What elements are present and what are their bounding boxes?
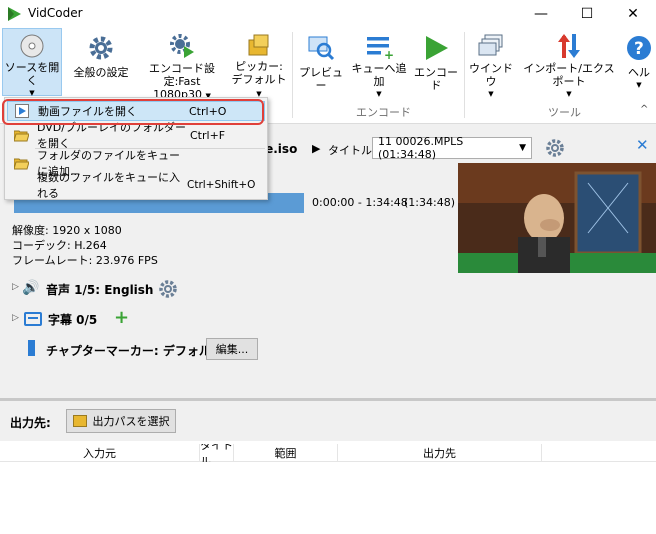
- ribbon-separator: [292, 32, 293, 118]
- subtitle-icon: [24, 312, 42, 326]
- import-export-icon: [553, 32, 585, 60]
- range-text: 0:00:00 - 1:34:48: [312, 196, 408, 209]
- app-title: VidCoder: [28, 6, 83, 20]
- encode-settings-button[interactable]: エンコード設定:Fast 1080p30 ▼: [136, 28, 228, 101]
- choose-output-path-button[interactable]: 出力パスを選択: [66, 409, 176, 433]
- queue-table-header: 入力元 タイトル 範囲 出力先: [0, 444, 656, 462]
- video-preview-image: [458, 163, 656, 273]
- svg-text:?: ?: [634, 39, 644, 59]
- general-settings-button[interactable]: 全般の設定: [68, 28, 134, 98]
- audio-track-label: 音声 1/5: English: [46, 283, 154, 297]
- folder-open-icon: [13, 127, 29, 143]
- encode-settings-label-1: エンコード設定:Fast: [149, 62, 215, 88]
- vidcoder-logo-icon: [8, 7, 21, 21]
- column-header-source[interactable]: 入力元: [0, 444, 200, 462]
- gear-icon: [85, 32, 117, 64]
- encode-label: エンコード: [414, 66, 458, 92]
- preview-button[interactable]: プレビュー: [296, 28, 346, 98]
- highlight-annotation: [2, 99, 264, 125]
- gear-play-icon: [166, 32, 198, 60]
- play-icon: [420, 32, 452, 64]
- audio-settings-gear-icon[interactable]: [158, 279, 178, 299]
- title-select-value: 11 00026.MPLS (01:34:48): [378, 135, 464, 161]
- play-title-icon: ▶: [312, 142, 321, 155]
- folder-icon: [72, 415, 87, 427]
- svg-text:+: +: [384, 48, 393, 60]
- chevron-down-icon: ▼: [488, 90, 494, 98]
- codec-text: コーデック: H.264: [12, 239, 107, 252]
- preview-label: プレビュー: [299, 66, 343, 92]
- maximize-button[interactable]: ☐: [564, 0, 610, 28]
- expand-audio-icon[interactable]: ▷: [12, 282, 19, 292]
- menu-item-shortcut: Ctrl+Shift+O: [187, 179, 256, 191]
- edit-chapters-button[interactable]: 編集...: [206, 338, 258, 360]
- disc-icon: [16, 33, 48, 59]
- window-menu-button[interactable]: ウインドウ ▼: [466, 28, 516, 98]
- framerate-text: フレームレート: 23.976 FPS: [12, 254, 158, 267]
- column-header-title[interactable]: タイトル: [200, 444, 234, 462]
- group-label-tools: ツール: [548, 106, 581, 119]
- help-icon: ?: [623, 32, 655, 64]
- ribbon-separator: [464, 32, 465, 118]
- picker-label-1: ピッカー:: [235, 60, 283, 73]
- menu-item-queue-multiple-files[interactable]: 複数のファイルをキューに入れる Ctrl+Shift+O: [7, 171, 265, 200]
- title-label: タイトル:: [328, 144, 376, 157]
- chapter-marker-label: チャプターマーカー: デフォルト: [46, 344, 223, 358]
- expand-subtitle-icon[interactable]: ▷: [12, 313, 19, 323]
- menu-item-open-disc-folder[interactable]: DVD/ブルーレイのフォルダーを開く Ctrl+F: [7, 121, 265, 150]
- import-export-button[interactable]: インポート/エクスポート ▼: [518, 28, 620, 98]
- minimize-button[interactable]: —: [518, 0, 564, 28]
- encode-button[interactable]: エンコード: [410, 28, 462, 98]
- queue-add-icon: +: [363, 32, 395, 60]
- chevron-down-icon: ▼: [636, 81, 642, 89]
- source-open-label: ソースを開く: [4, 61, 60, 87]
- close-source-icon[interactable]: ✕: [636, 136, 649, 154]
- folder-open-icon: [13, 155, 29, 171]
- menu-item-shortcut: Ctrl+F: [190, 128, 226, 142]
- menu-item-label: 複数のファイルをキューに入れる: [37, 171, 180, 200]
- add-subtitle-icon[interactable]: +: [114, 307, 129, 328]
- resolution-text: 解像度: 1920 x 1080: [12, 224, 122, 237]
- chevron-down-icon: ▼: [519, 143, 526, 153]
- title-bar: VidCoder — ☐ ✕: [0, 0, 656, 28]
- help-button[interactable]: ? ヘル ▼: [622, 28, 656, 98]
- duration-text: (1:34:48): [404, 196, 455, 209]
- add-to-queue-label: キューへ追加: [351, 62, 407, 88]
- magnifier-icon: [305, 32, 337, 64]
- add-to-queue-button[interactable]: + キューへ追加 ▼: [348, 28, 410, 98]
- speaker-icon: 🔊: [22, 280, 40, 296]
- choose-output-path-label: 出力パスを選択: [92, 415, 170, 428]
- source-open-button[interactable]: ソースを開く ▼: [2, 28, 62, 97]
- title-select[interactable]: 11 00026.MPLS (01:34:48) ▼: [372, 135, 532, 161]
- title-settings-gear-icon[interactable]: [545, 138, 567, 160]
- picker-button[interactable]: ピッカー: デフォルト ▼: [230, 28, 288, 98]
- output-label: 出力先:: [10, 416, 51, 430]
- import-export-label: インポート/エクスポート: [523, 62, 615, 88]
- group-label-encode: エンコード: [356, 106, 411, 119]
- general-settings-label: 全般の設定: [73, 66, 129, 79]
- chevron-down-icon: ▼: [376, 90, 382, 98]
- collapse-ribbon-icon[interactable]: ^: [640, 104, 648, 115]
- windows-icon: [475, 32, 507, 60]
- close-window-button[interactable]: ✕: [610, 0, 656, 28]
- help-label: ヘル: [628, 66, 650, 79]
- subtitle-track-label: 字幕 0/5: [48, 313, 98, 327]
- window-menu-label: ウインドウ: [469, 62, 513, 88]
- chapter-marker-icon: [28, 340, 35, 356]
- chevron-down-icon: ▼: [566, 90, 572, 98]
- column-header-range[interactable]: 範囲: [234, 444, 338, 462]
- picker-icon: [243, 32, 275, 58]
- column-header-destination[interactable]: 出力先: [338, 444, 542, 462]
